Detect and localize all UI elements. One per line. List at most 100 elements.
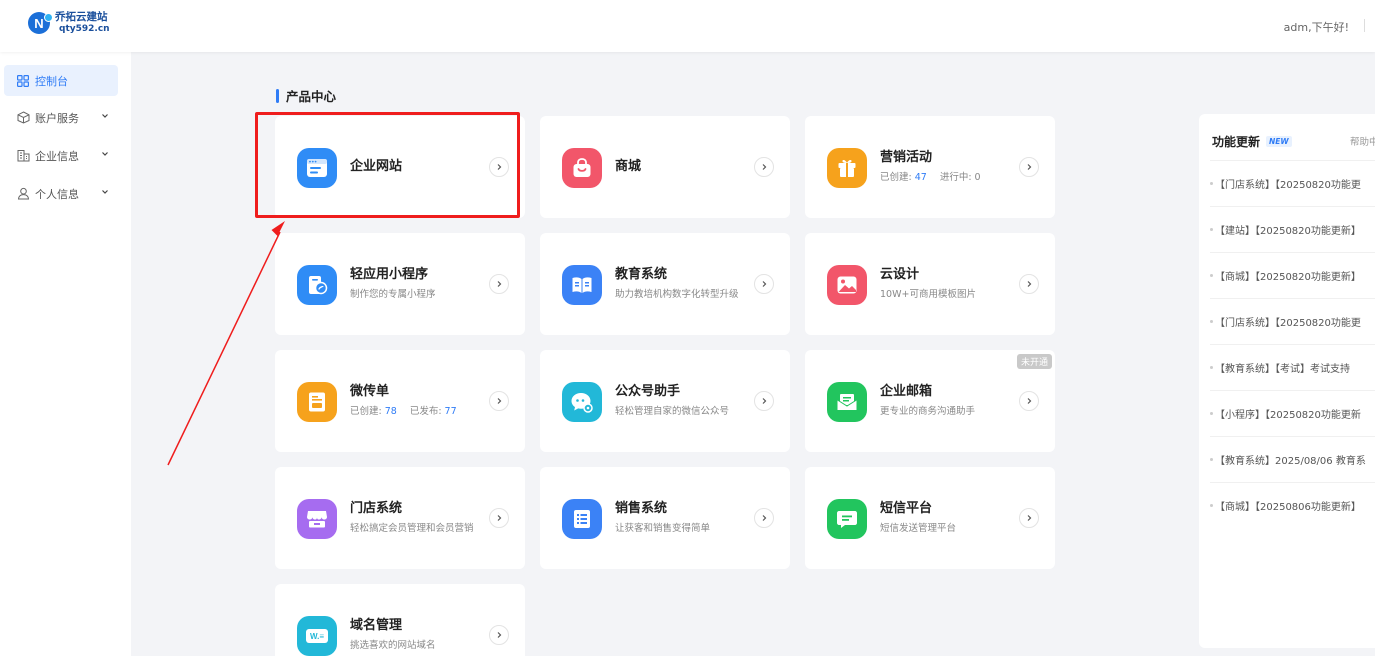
user-greeting[interactable]: adm,下午好! bbox=[1284, 19, 1349, 35]
logo-domain: qty592.cn bbox=[59, 24, 110, 34]
list-icon bbox=[562, 499, 602, 539]
product-card-marketing[interactable]: 营销活动 已创建: 47 进行中: 0 bbox=[805, 116, 1055, 218]
user-icon bbox=[16, 187, 30, 201]
update-item[interactable]: 【门店系统】【20250820功能更 bbox=[1210, 298, 1375, 344]
update-text: 【商城】【20250806功能更新】 bbox=[1215, 502, 1361, 513]
card-subtitle: 更专业的商务沟通助手 bbox=[880, 406, 976, 417]
chevron-right-icon[interactable] bbox=[754, 157, 774, 177]
sidebar-item-account-services[interactable]: 账户服务 bbox=[4, 102, 118, 133]
new-badge: NEW bbox=[1266, 136, 1292, 147]
mini-program-icon bbox=[297, 265, 337, 305]
product-card-store-system[interactable]: 门店系统 轻松搞定会员管理和会员营销 bbox=[275, 467, 525, 569]
card-stats: 已创建: 47 进行中: 0 bbox=[880, 169, 983, 183]
box-icon bbox=[16, 111, 30, 125]
product-card-mall[interactable]: 商城 bbox=[540, 116, 790, 218]
chevron-right-icon[interactable] bbox=[754, 274, 774, 294]
product-card-enterprise-mail[interactable]: 企业邮箱 更专业的商务沟通助手 未开通 bbox=[805, 350, 1055, 452]
store-icon bbox=[297, 499, 337, 539]
chevron-right-icon[interactable] bbox=[1019, 274, 1039, 294]
section-title-text: 产品中心 bbox=[286, 89, 337, 104]
card-subtitle: 挑选喜欢的网站域名 bbox=[350, 640, 436, 651]
product-card-flyer[interactable]: 微传单 已创建: 78 已发布: 77 bbox=[275, 350, 525, 452]
flyer-icon bbox=[297, 382, 337, 422]
section-title: 产品中心 bbox=[276, 86, 336, 105]
sidebar-item-company-info[interactable]: 企业信息 bbox=[4, 140, 118, 171]
sidebar-item-label: 控制台 bbox=[35, 74, 68, 88]
card-subtitle: 短信发送管理平台 bbox=[880, 523, 957, 534]
chevron-down-icon bbox=[102, 152, 108, 156]
card-subtitle: 10W+可商用模板图片 bbox=[880, 289, 976, 300]
product-card-education[interactable]: 教育系统 助力教培机构数字化转型升级 bbox=[540, 233, 790, 335]
chevron-right-icon[interactable] bbox=[754, 391, 774, 411]
website-icon bbox=[297, 148, 337, 188]
chevron-right-icon[interactable] bbox=[754, 508, 774, 528]
chevron-right-icon[interactable] bbox=[489, 391, 509, 411]
update-item[interactable]: 【小程序】【20250820功能更新 bbox=[1210, 390, 1375, 436]
building-icon bbox=[16, 149, 30, 163]
chevron-right-icon[interactable] bbox=[1019, 391, 1039, 411]
gift-icon bbox=[827, 148, 867, 188]
created-count: 78 bbox=[384, 406, 397, 417]
sidebar-item-label: 账户服务 bbox=[35, 111, 79, 125]
mail-icon bbox=[827, 382, 867, 422]
updates-list: 【门店系统】【20250820功能更 【建站】【20250820功能更新】 【商… bbox=[1199, 160, 1375, 528]
chevron-right-icon[interactable] bbox=[489, 157, 509, 177]
svg-text:W.≡: W.≡ bbox=[310, 632, 324, 641]
card-title: 轻应用小程序 bbox=[350, 267, 429, 282]
update-item[interactable]: 【教育系统】2025/08/06 教育系 bbox=[1210, 436, 1375, 482]
product-card-cloud-design[interactable]: 云设计 10W+可商用模板图片 bbox=[805, 233, 1055, 335]
book-icon bbox=[562, 265, 602, 305]
chevron-right-icon[interactable] bbox=[1019, 157, 1039, 177]
update-item[interactable]: 【建站】【20250820功能更新】 bbox=[1210, 206, 1375, 252]
sidebar-item-personal-info[interactable]: 个人信息 bbox=[4, 178, 118, 209]
update-text: 【教育系统】2025/08/06 教育系 bbox=[1215, 456, 1366, 467]
card-stats: 已创建: 78 已发布: 77 bbox=[350, 403, 459, 417]
update-item[interactable]: 【门店系统】【20250820功能更 bbox=[1210, 160, 1375, 206]
card-title: 教育系统 bbox=[615, 267, 668, 282]
card-title: 商城 bbox=[615, 159, 642, 174]
chevron-right-icon[interactable] bbox=[489, 508, 509, 528]
logo-icon: N bbox=[28, 12, 53, 34]
sidebar: 控制台 账户服务 企业信息 个人信息 bbox=[0, 52, 131, 656]
image-icon bbox=[827, 265, 867, 305]
chevron-right-icon[interactable] bbox=[489, 625, 509, 645]
help-center-link[interactable]: 帮助中 bbox=[1350, 134, 1375, 148]
update-text: 【商城】【20250820功能更新】 bbox=[1215, 272, 1361, 283]
chevron-down-icon bbox=[102, 190, 108, 194]
published-count: 77 bbox=[444, 406, 457, 417]
ongoing-label: 进行中: bbox=[939, 172, 972, 183]
logo[interactable]: N 乔拓云建站 qty592.cn bbox=[28, 11, 110, 35]
status-badge: 未开通 bbox=[1016, 354, 1052, 369]
created-label: 已创建: bbox=[350, 406, 382, 417]
sidebar-item-dashboard[interactable]: 控制台 bbox=[4, 65, 118, 96]
card-title: 门店系统 bbox=[350, 501, 403, 516]
update-text: 【小程序】【20250820功能更新 bbox=[1215, 410, 1361, 421]
dashboard-grid-icon bbox=[16, 74, 30, 88]
card-title: 企业邮箱 bbox=[880, 384, 933, 399]
product-card-sales-system[interactable]: 销售系统 让获客和销售变得简单 bbox=[540, 467, 790, 569]
update-item[interactable]: 【商城】【20250806功能更新】 bbox=[1210, 482, 1375, 528]
update-text: 【门店系统】【20250820功能更 bbox=[1215, 180, 1361, 191]
shopping-bag-icon bbox=[562, 148, 602, 188]
logo-name: 乔拓云建站 bbox=[55, 11, 108, 23]
chevron-right-icon[interactable] bbox=[489, 274, 509, 294]
update-item[interactable]: 【教育系统】【考试】考试支持 bbox=[1210, 344, 1375, 390]
chevron-down-icon bbox=[102, 114, 108, 118]
sidebar-item-label: 企业信息 bbox=[35, 149, 79, 163]
card-title: 公众号助手 bbox=[615, 384, 681, 399]
product-card-domain[interactable]: W.≡ 域名管理 挑选喜欢的网站域名 bbox=[275, 584, 525, 656]
product-card-wechat-assistant[interactable]: 公众号助手 轻松管理自家的微信公众号 bbox=[540, 350, 790, 452]
feature-updates-panel: 功能更新 NEW 帮助中 【门店系统】【20250820功能更 【建站】【202… bbox=[1199, 114, 1375, 648]
header-divider bbox=[1364, 19, 1365, 32]
card-subtitle: 让获客和销售变得简单 bbox=[615, 523, 711, 534]
chat-gear-icon bbox=[562, 382, 602, 422]
card-title: 微传单 bbox=[350, 384, 390, 399]
product-card-sms-platform[interactable]: 短信平台 短信发送管理平台 bbox=[805, 467, 1055, 569]
card-title: 云设计 bbox=[880, 267, 920, 282]
card-title: 营销活动 bbox=[880, 150, 933, 165]
product-card-website[interactable]: 企业网站 bbox=[275, 116, 525, 218]
update-item[interactable]: 【商城】【20250820功能更新】 bbox=[1210, 252, 1375, 298]
product-card-mini-program[interactable]: 轻应用小程序 制作您的专属小程序 bbox=[275, 233, 525, 335]
card-subtitle: 助力教培机构数字化转型升级 bbox=[615, 289, 739, 300]
chevron-right-icon[interactable] bbox=[1019, 508, 1039, 528]
